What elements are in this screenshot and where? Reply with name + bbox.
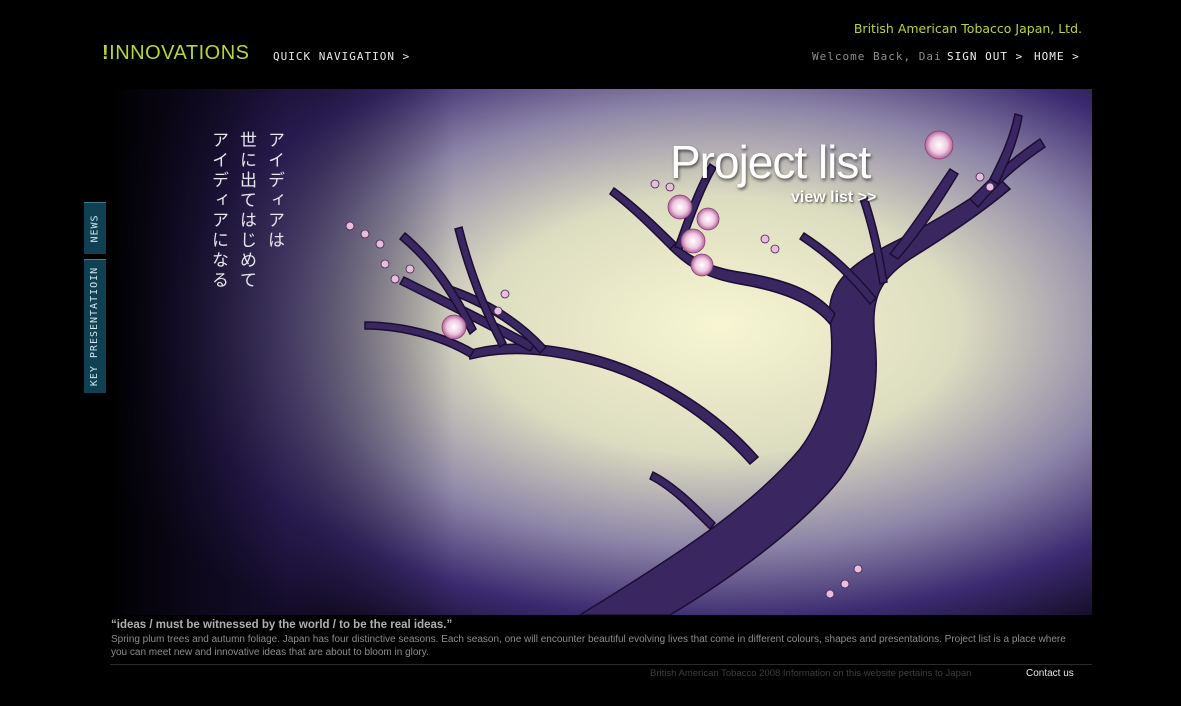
hero-banner: アイディアは 世に出てはじめて アイディアになる Project list vi… — [110, 89, 1092, 615]
logo-text: INNOVATIONS — [109, 42, 250, 64]
news-tab[interactable]: NEWS — [84, 202, 106, 254]
tagline-line-2: 世に出てはじめて — [236, 131, 256, 291]
tagline-quote: “ideas / must be witnessed by the world … — [111, 619, 453, 631]
tagline-line-1: アイディアは — [264, 131, 284, 251]
quick-navigation-link[interactable]: QUICK NAVIGATION > — [273, 50, 410, 63]
key-presentation-tab-label: KEY PRESENTATIOIN — [89, 266, 101, 387]
company-name: British American Tobacco Japan, Ltd. — [853, 21, 1082, 36]
news-tab-label: NEWS — [89, 214, 101, 243]
innovations-logo[interactable]: !INNOVATIONS — [102, 42, 250, 65]
description-text: Spring plum trees and autumn foliage. Ja… — [111, 634, 1066, 658]
home-link[interactable]: HOME > — [1034, 50, 1080, 63]
welcome-text: Welcome Back, Dai — [812, 50, 942, 63]
contact-us-link[interactable]: Contact us — [1026, 668, 1074, 679]
project-list-title: Project list — [670, 136, 871, 188]
plum-branch-illustration — [110, 89, 1092, 615]
view-list-link[interactable]: view list >> — [791, 189, 876, 207]
key-presentation-tab[interactable]: KEY PRESENTATIOIN — [84, 259, 106, 393]
tagline-line-3: アイディアになる — [208, 131, 228, 291]
footer-copyright: British American Tobacco 2008 Informatio… — [650, 668, 972, 679]
footer-divider — [110, 664, 1092, 665]
sign-out-link[interactable]: SIGN OUT > — [947, 50, 1023, 63]
